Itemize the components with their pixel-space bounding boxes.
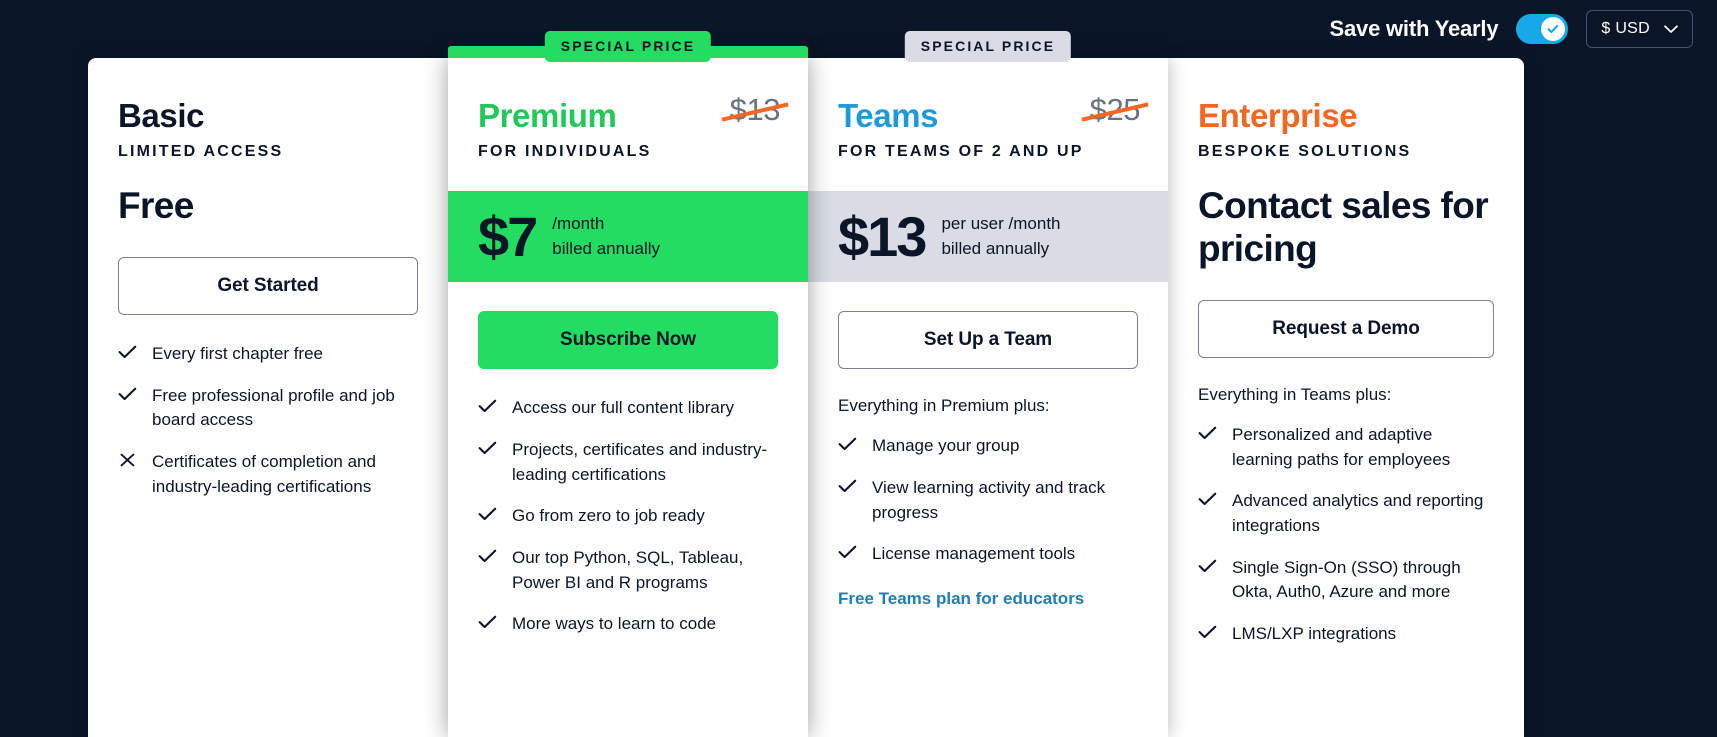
list-item: View learning activity and track progres… [838,476,1138,525]
price-band-teams: $13 per user /month billed annually [808,191,1168,283]
old-price-premium: $13 [721,92,789,128]
plan-card-enterprise: Enterprise BESPOKE SOLUTIONS Contact sal… [1168,58,1524,737]
plan-card-basic: Basic LIMITED ACCESS Free Get Started Ev… [88,58,448,737]
list-item-label: Free professional profile and job board … [152,385,395,430]
plan-title-enterprise: Enterprise [1198,97,1358,134]
list-item: Access our full content library [478,396,778,421]
price-billing: billed annually [941,238,1050,258]
pricing-cards: Basic LIMITED ACCESS Free Get Started Ev… [88,31,1524,737]
close-icon [118,450,137,472]
price-billing: billed annually [552,238,661,258]
list-item-label: More ways to learn to code [512,614,717,634]
list-item-label: LMS/LXP integrations [1232,623,1397,643]
list-item: More ways to learn to code [478,612,778,637]
check-icon [1198,622,1217,644]
yearly-billing-toggle[interactable] [1516,14,1569,44]
check-icon [838,434,857,456]
list-item-label: Manage your group [872,436,1020,456]
feature-list-enterprise: Everything in Teams plus: Personalized a… [1168,358,1524,646]
check-icon [478,396,497,418]
plan-price-enterprise: Contact sales for pricing [1198,185,1489,270]
list-item: Manage your group [838,434,1138,459]
plan-price-teams: $13 [838,204,927,268]
plan-title-basic: Basic [118,97,205,134]
currency-selector[interactable]: $ USD [1586,10,1693,48]
card-header-basic: Basic LIMITED ACCESS [88,58,448,161]
check-icon [478,612,497,634]
list-item: Personalized and adaptive learning paths… [1198,423,1494,472]
feature-list-teams: Everything in Premium plus: Manage your … [808,369,1168,609]
list-item-label: Access our full content library [512,398,735,418]
list-item-label: Our top Python, SQL, Tableau, Power BI a… [512,547,744,592]
check-icon [478,504,497,526]
list-item-label: Every first chapter free [152,344,324,364]
free-teams-educators-link[interactable]: Free Teams plan for educators [838,589,1084,609]
list-item: Our top Python, SQL, Tableau, Power BI a… [478,546,778,595]
plan-subtitle-premium: FOR INDIVIDUALS [478,143,652,161]
check-icon [478,546,497,568]
list-item-label: View learning activity and track progres… [872,477,1106,522]
check-icon [118,384,137,406]
check-icon [838,542,857,564]
cta-wrap-teams: Set Up a Team [808,282,1168,370]
check-icon [1198,489,1217,511]
subscribe-now-button[interactable]: Subscribe Now [478,311,778,370]
price-period: /month [552,214,605,234]
card-header-teams: Teams FOR TEAMS OF 2 AND UP $25 [808,58,1168,161]
plan-price-premium: $7 [478,204,538,268]
set-up-a-team-button[interactable]: Set Up a Team [838,311,1138,370]
check-icon [1198,423,1217,445]
list-item: LMS/LXP integrations [1198,622,1494,647]
currency-value: $ USD [1601,20,1650,37]
chevron-down-icon [1664,24,1678,33]
list-item-label: Certificates of completion and industry-… [152,452,376,496]
list-item-label: Advanced analytics and reporting integra… [1232,491,1484,536]
list-item-label: Go from zero to job ready [512,506,705,526]
price-band-premium: $7 /month billed annually [448,191,808,283]
check-icon [838,476,857,498]
list-item-label: Single Sign-On (SSO) through Okta, Auth0… [1232,557,1461,602]
plan-card-teams: SPECIAL PRICE Teams FOR TEAMS OF 2 AND U… [808,31,1168,737]
save-with-yearly-label: Save with Yearly [1329,16,1499,41]
price-meta-teams: per user /month billed annually [941,214,1061,258]
price-period: per user /month [941,214,1061,234]
cta-wrap-premium: Subscribe Now [448,282,808,370]
get-started-button[interactable]: Get Started [118,257,418,316]
plan-card-premium: SPECIAL PRICE Premium FOR INDIVIDUALS $1… [448,31,808,737]
check-icon [118,342,137,364]
list-item: Go from zero to job ready [478,504,778,529]
plan-subtitle-basic: LIMITED ACCESS [118,143,284,161]
list-item-label: License management tools [872,544,1076,564]
list-item: Single Sign-On (SSO) through Okta, Auth0… [1198,556,1494,605]
feature-list-basic: Every first chapter free Free profession… [88,315,448,499]
pricing-page: Save with Yearly $ USD Basic LIMITED ACC… [0,0,1717,737]
feature-intro-teams: Everything in Premium plus: [838,396,1050,416]
plan-subtitle-enterprise: BESPOKE SOLUTIONS [1198,143,1412,161]
list-item-label: Projects, certificates and industry-lead… [512,439,768,484]
plan-subtitle-teams: FOR TEAMS OF 2 AND UP [838,143,1084,161]
request-a-demo-button[interactable]: Request a Demo [1198,300,1494,359]
feature-list-premium: Access our full content library Projects… [448,369,808,636]
list-item: Projects, certificates and industry-lead… [478,438,778,487]
list-item: Free professional profile and job board … [118,384,418,433]
list-item: Advanced analytics and reporting integra… [1198,489,1494,538]
price-meta-premium: /month billed annually [552,214,661,258]
toggle-knob [1541,17,1566,41]
card-header-enterprise: Enterprise BESPOKE SOLUTIONS [1168,58,1524,161]
list-item: License management tools [838,542,1138,567]
check-icon [1198,556,1217,578]
list-item: Every first chapter free [118,342,418,367]
list-item-label: Personalized and adaptive learning paths… [1232,425,1451,469]
list-item: Certificates of completion and industry-… [118,450,418,499]
check-icon [478,438,497,460]
old-price-teams: $25 [1081,92,1149,128]
plan-price-basic: Free [118,185,194,227]
feature-intro-enterprise: Everything in Teams plus: [1198,385,1392,405]
card-header-premium: Premium FOR INDIVIDUALS $13 [448,58,808,161]
cta-wrap-enterprise: Request a Demo [1168,271,1524,359]
cta-wrap-basic: Get Started [88,228,448,316]
check-icon [1547,24,1559,34]
page-header: Save with Yearly $ USD [0,0,1717,58]
